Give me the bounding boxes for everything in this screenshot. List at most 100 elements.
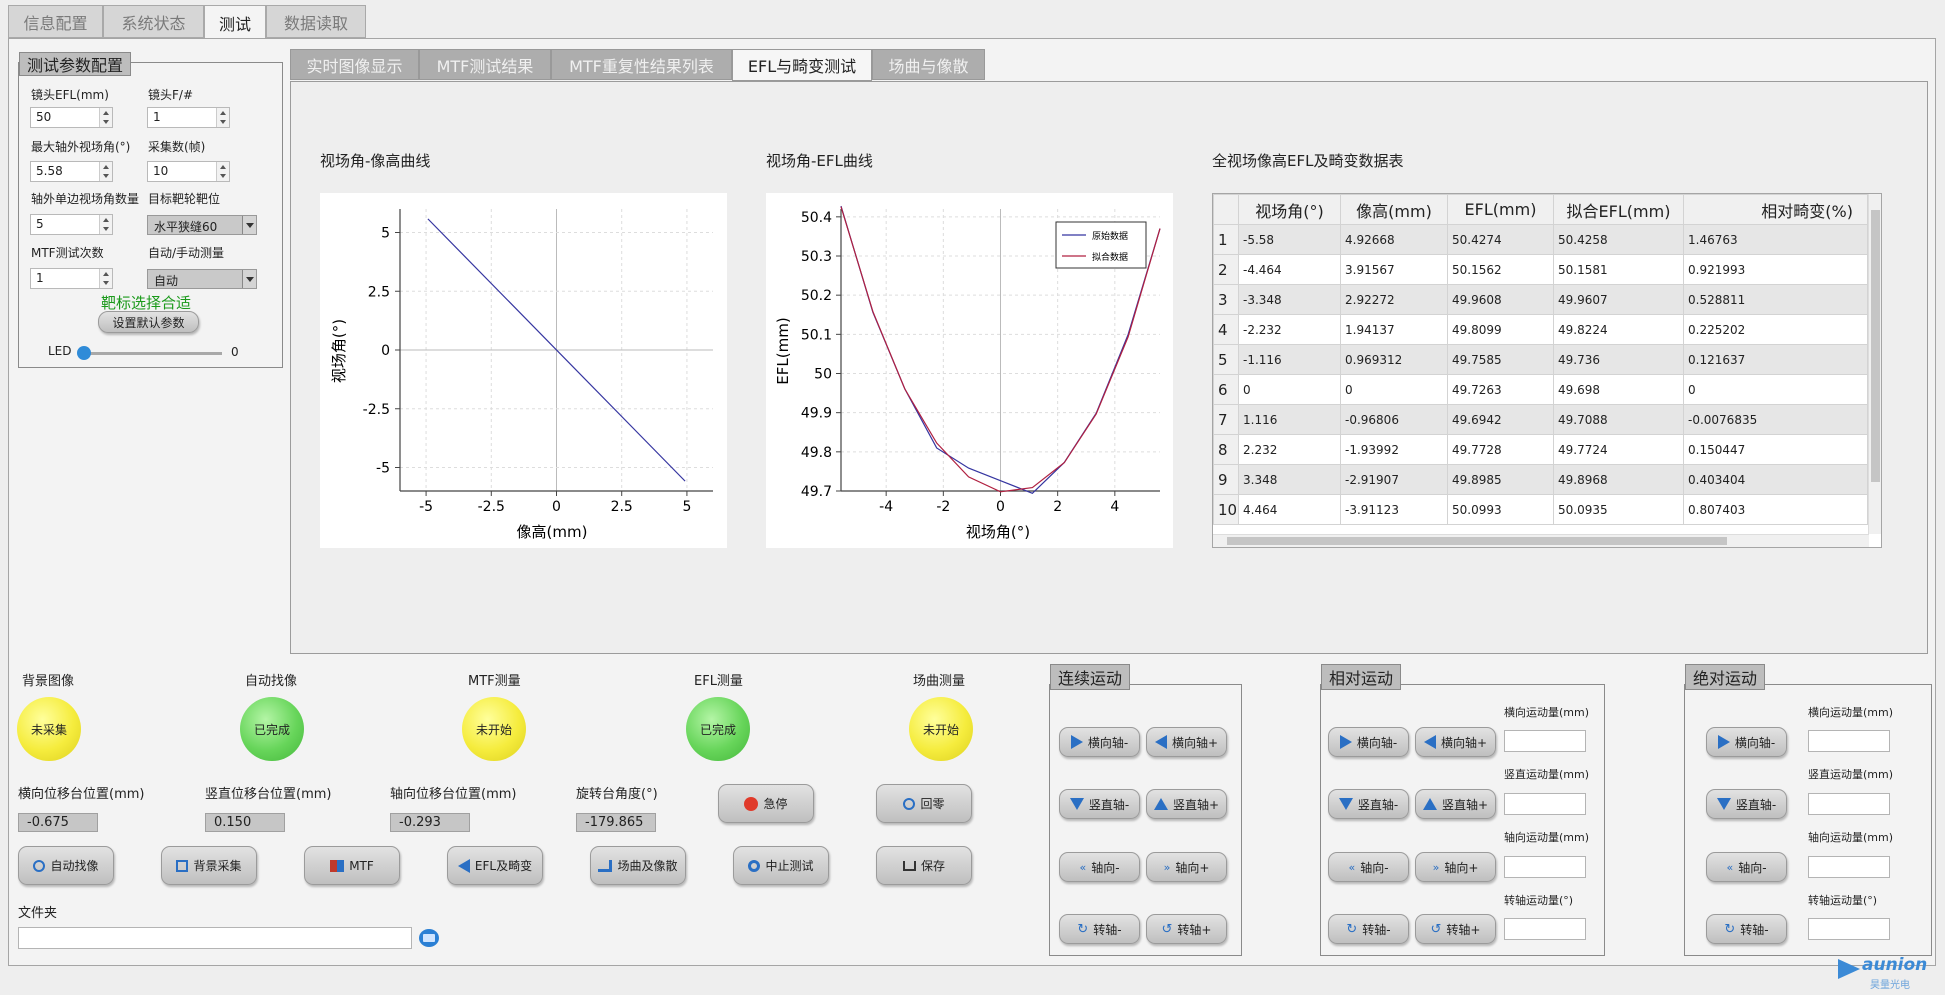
dropdown-arrow-icon[interactable] (242, 270, 256, 288)
rel-x-plus-button[interactable]: 横向轴+ (1415, 727, 1496, 757)
table-cell[interactable]: 49.7088 (1553, 404, 1684, 435)
table-cell[interactable]: 1.46763 (1683, 224, 1868, 255)
table-cell[interactable]: 49.6942 (1447, 404, 1554, 435)
cont-x-plus-button[interactable]: 横向轴+ (1146, 727, 1227, 757)
table-cell[interactable]: 49.7585 (1447, 344, 1554, 375)
mtf-times-input[interactable]: 1 (30, 268, 113, 289)
col-header-fov[interactable]: 视场角(°) (1238, 194, 1341, 225)
tab-data-read[interactable]: 数据读取 (266, 5, 366, 38)
table-cell[interactable]: 1.116 (1238, 404, 1341, 435)
table-cell[interactable]: 50.0993 (1447, 494, 1554, 525)
table-row[interactable]: 1 -5.58 4.92668 50.4274 50.4258 1.46763 (1213, 224, 1868, 255)
table-cell[interactable]: 0.121637 (1683, 344, 1868, 375)
abs-x-button[interactable]: 横向轴- (1706, 727, 1787, 757)
field-curvature-button[interactable]: 场曲及像散 (590, 846, 686, 885)
vertical-scrollbar[interactable] (1868, 194, 1881, 534)
rel-r-plus-button[interactable]: ↺ 转轴+ (1415, 914, 1496, 944)
row-header[interactable]: 5 (1213, 344, 1239, 375)
col-header-height[interactable]: 像高(mm) (1340, 194, 1448, 225)
rel-y-amount-input[interactable] (1504, 793, 1586, 815)
table-row[interactable]: 10 4.464 -3.91123 50.0993 50.0935 0.807403 (1213, 494, 1868, 525)
table-cell[interactable]: 2.232 (1238, 434, 1341, 465)
cont-r-plus-button[interactable]: ↺ 转轴+ (1146, 914, 1227, 944)
frames-input[interactable]: 10 (147, 161, 230, 182)
table-cell[interactable]: -2.232 (1238, 314, 1341, 345)
table-cell[interactable]: 3.91567 (1340, 254, 1448, 285)
cont-z-minus-button[interactable]: « 轴向- (1059, 852, 1140, 882)
table-cell[interactable]: 49.7728 (1447, 434, 1554, 465)
col-header-fit-efl[interactable]: 拟合EFL(mm) (1553, 194, 1684, 225)
count-input[interactable]: 5 (30, 214, 113, 235)
table-cell[interactable]: 3.348 (1238, 464, 1341, 495)
col-header-distortion[interactable]: 相对畸变(%) (1683, 194, 1868, 225)
table-cell[interactable]: 49.8224 (1553, 314, 1684, 345)
row-header[interactable]: 7 (1213, 404, 1239, 435)
table-cell[interactable]: 50.0935 (1553, 494, 1684, 525)
table-cell[interactable]: 0.403404 (1683, 464, 1868, 495)
table-cell[interactable]: -3.91123 (1340, 494, 1448, 525)
folder-path-input[interactable] (18, 927, 412, 949)
table-cell[interactable]: 0.528811 (1683, 284, 1868, 315)
table-cell[interactable]: 0.921993 (1683, 254, 1868, 285)
spin-arrows-icon[interactable] (99, 108, 112, 127)
table-cell[interactable]: 49.8099 (1447, 314, 1554, 345)
bg-capture-button[interactable]: 背景采集 (161, 846, 257, 885)
fno-input[interactable]: 1 (147, 107, 230, 128)
abs-r-amount-input[interactable] (1808, 918, 1890, 940)
efl-distortion-button[interactable]: EFL及畸变 (447, 846, 543, 885)
row-header[interactable]: 9 (1213, 464, 1239, 495)
table-cell[interactable]: 49.7724 (1553, 434, 1684, 465)
spin-arrows-icon[interactable] (216, 108, 229, 127)
subtab-mtf-result[interactable]: MTF测试结果 (419, 49, 551, 80)
led-slider[interactable] (77, 346, 222, 360)
table-cell[interactable]: 50.1581 (1553, 254, 1684, 285)
home-button[interactable]: 回零 (876, 784, 972, 823)
row-header[interactable]: 4 (1213, 314, 1239, 345)
rel-z-minus-button[interactable]: « 轴向- (1328, 852, 1409, 882)
table-cell[interactable]: 49.7263 (1447, 374, 1554, 405)
table-row[interactable]: 3 -3.348 2.92272 49.9608 49.9607 0.528811 (1213, 284, 1868, 315)
tab-system-status[interactable]: 系统状态 (103, 5, 204, 38)
subtab-field-curvature[interactable]: 场曲与像散 (872, 49, 985, 80)
emergency-stop-button[interactable]: 急停 (718, 784, 814, 823)
row-header[interactable]: 10 (1213, 494, 1239, 525)
subtab-mtf-repeat[interactable]: MTF重复性结果列表 (551, 49, 732, 80)
tab-test[interactable]: 测试 (204, 5, 266, 39)
table-cell[interactable]: 49.8985 (1447, 464, 1554, 495)
table-cell[interactable]: 0 (1683, 374, 1868, 405)
table-cell[interactable]: 4.464 (1238, 494, 1341, 525)
autofocus-button[interactable]: 自动找像 (18, 846, 114, 885)
row-header[interactable]: 6 (1213, 374, 1239, 405)
set-default-params-button[interactable]: 设置默认参数 (98, 311, 199, 333)
table-cell[interactable]: -0.96806 (1340, 404, 1448, 435)
abs-x-amount-input[interactable] (1808, 730, 1890, 752)
row-header[interactable]: 3 (1213, 284, 1239, 315)
rel-r-amount-input[interactable] (1504, 918, 1586, 940)
table-cell[interactable]: 49.698 (1553, 374, 1684, 405)
mtf-button[interactable]: MTF (304, 846, 400, 885)
rel-x-minus-button[interactable]: 横向轴- (1328, 727, 1409, 757)
efl-input[interactable]: 50 (30, 107, 113, 128)
rel-r-minus-button[interactable]: ↻ 转轴- (1328, 914, 1409, 944)
table-row[interactable]: 8 2.232 -1.93992 49.7728 49.7724 0.150447 (1213, 434, 1868, 465)
table-row[interactable]: 9 3.348 -2.91907 49.8985 49.8968 0.403404 (1213, 464, 1868, 495)
table-cell[interactable]: 0 (1340, 374, 1448, 405)
cont-y-plus-button[interactable]: 竖直轴+ (1146, 789, 1227, 819)
table-cell[interactable]: 2.92272 (1340, 284, 1448, 315)
table-row[interactable]: 4 -2.232 1.94137 49.8099 49.8224 0.225202 (1213, 314, 1868, 345)
rel-x-amount-input[interactable] (1504, 730, 1586, 752)
cont-r-minus-button[interactable]: ↻ 转轴- (1059, 914, 1140, 944)
table-cell[interactable]: -3.348 (1238, 284, 1341, 315)
table-cell[interactable]: 1.94137 (1340, 314, 1448, 345)
row-header[interactable]: 2 (1213, 254, 1239, 285)
spin-arrows-icon[interactable] (99, 162, 112, 181)
table-cell[interactable]: 4.92668 (1340, 224, 1448, 255)
table-cell[interactable]: 49.9607 (1553, 284, 1684, 315)
abs-z-button[interactable]: « 轴向- (1706, 852, 1787, 882)
table-cell[interactable]: 50.4274 (1447, 224, 1554, 255)
abs-r-button[interactable]: ↻ 转轴- (1706, 914, 1787, 944)
subtab-efl-distortion[interactable]: EFL与畸变测试 (732, 49, 872, 81)
rel-z-amount-input[interactable] (1504, 856, 1586, 878)
cont-y-minus-button[interactable]: 竖直轴- (1059, 789, 1140, 819)
row-header[interactable]: 1 (1213, 224, 1239, 255)
